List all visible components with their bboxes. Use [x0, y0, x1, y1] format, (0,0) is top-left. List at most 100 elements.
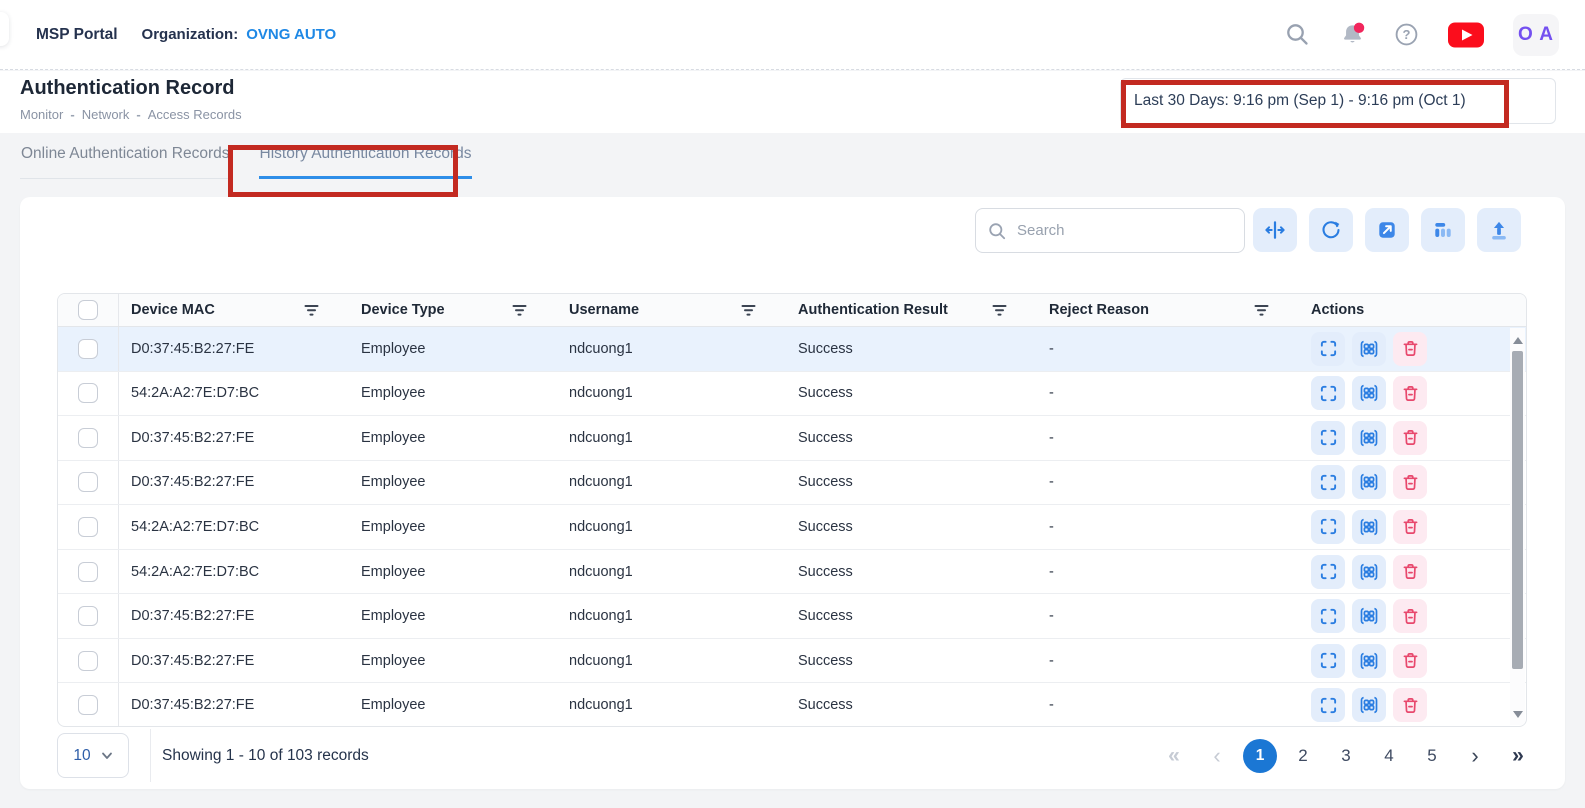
- page-number-button[interactable]: 5: [1415, 739, 1449, 773]
- filter-icon[interactable]: [992, 304, 1007, 317]
- first-page-button[interactable]: «: [1157, 739, 1191, 773]
- delete-record-button[interactable]: [1393, 465, 1427, 499]
- fit-columns-button[interactable]: [1253, 208, 1297, 252]
- search-icon[interactable]: [1284, 21, 1311, 48]
- delete-record-button[interactable]: [1393, 644, 1427, 678]
- scroll-down-arrow-icon[interactable]: [1513, 711, 1523, 718]
- row-checkbox[interactable]: [78, 606, 98, 626]
- expand-record-button[interactable]: [1311, 465, 1345, 499]
- table-row[interactable]: 54:2A:A2:7E:D7:BC Employee ndcuong1 Succ…: [58, 372, 1526, 417]
- view-records-button[interactable]: [1352, 688, 1386, 722]
- records-scan-icon: [1359, 695, 1379, 715]
- table-scrollbar[interactable]: [1510, 328, 1525, 725]
- page-number-button[interactable]: 3: [1329, 739, 1363, 773]
- page-number-button[interactable]: 4: [1372, 739, 1406, 773]
- cell-username: ndcuong1: [557, 474, 786, 490]
- filter-icon[interactable]: [741, 304, 756, 317]
- table-row[interactable]: 54:2A:A2:7E:D7:BC Employee ndcuong1 Succ…: [58, 550, 1526, 595]
- column-header[interactable]: Reject Reason: [1037, 302, 1299, 318]
- row-select-cell: [58, 372, 119, 416]
- row-checkbox[interactable]: [78, 383, 98, 403]
- page-number-button[interactable]: 2: [1286, 739, 1320, 773]
- search-input[interactable]: [1015, 221, 1232, 240]
- view-records-button[interactable]: [1352, 465, 1386, 499]
- expand-record-button[interactable]: [1311, 688, 1345, 722]
- expand-record-button[interactable]: [1311, 555, 1345, 589]
- row-checkbox[interactable]: [78, 517, 98, 537]
- scroll-up-arrow-icon[interactable]: [1513, 337, 1523, 344]
- column-header[interactable]: Authentication Result: [786, 302, 1037, 318]
- delete-record-button[interactable]: [1393, 376, 1427, 410]
- organization-name-link[interactable]: OVNG AUTO: [246, 26, 336, 43]
- expand-record-button[interactable]: [1311, 510, 1345, 544]
- youtube-icon[interactable]: [1447, 22, 1485, 48]
- table-row[interactable]: D0:37:45:B2:27:FE Employee ndcuong1 Succ…: [58, 416, 1526, 461]
- delete-record-button[interactable]: [1393, 688, 1427, 722]
- delete-record-button[interactable]: [1393, 599, 1427, 633]
- column-header[interactable]: Actions: [1299, 302, 1526, 318]
- sidebar-collapsed-handle[interactable]: [0, 12, 9, 46]
- table-row[interactable]: 54:2A:A2:7E:D7:BC Employee ndcuong1 Succ…: [58, 505, 1526, 550]
- delete-record-button[interactable]: [1393, 555, 1427, 589]
- row-checkbox[interactable]: [78, 695, 98, 715]
- table-search[interactable]: [975, 208, 1245, 253]
- table-row[interactable]: D0:37:45:B2:27:FE Employee ndcuong1 Succ…: [58, 327, 1526, 372]
- records-scan-icon: [1359, 606, 1379, 626]
- column-header[interactable]: Username: [557, 302, 786, 318]
- expand-record-button[interactable]: [1311, 421, 1345, 455]
- page-number-button[interactable]: 1: [1243, 739, 1277, 773]
- view-records-button[interactable]: [1352, 510, 1386, 544]
- delete-record-button[interactable]: [1393, 510, 1427, 544]
- filter-icon[interactable]: [512, 304, 527, 317]
- page-size-select[interactable]: 10: [57, 733, 129, 778]
- tab-online-authentication-records[interactable]: Online Authentication Records: [20, 145, 231, 179]
- view-records-button[interactable]: [1352, 421, 1386, 455]
- table-row[interactable]: D0:37:45:B2:27:FE Employee ndcuong1 Succ…: [58, 683, 1526, 727]
- row-select-cell: [58, 550, 119, 594]
- expand-icon: [1319, 473, 1338, 492]
- expand-record-button[interactable]: [1311, 644, 1345, 678]
- row-checkbox[interactable]: [78, 562, 98, 582]
- date-range-picker[interactable]: Last 30 Days: 9:16 pm (Sep 1) - 9:16 pm …: [1120, 78, 1556, 124]
- notification-bell-icon[interactable]: [1339, 21, 1366, 48]
- row-checkbox[interactable]: [78, 428, 98, 448]
- view-records-button[interactable]: [1352, 555, 1386, 589]
- open-export-button[interactable]: [1365, 208, 1409, 252]
- filter-icon[interactable]: [1254, 304, 1269, 317]
- table-row[interactable]: D0:37:45:B2:27:FE Employee ndcuong1 Succ…: [58, 461, 1526, 506]
- column-header[interactable]: Device Type: [349, 302, 557, 318]
- last-page-button[interactable]: »: [1501, 739, 1535, 773]
- view-records-button[interactable]: [1352, 376, 1386, 410]
- row-checkbox[interactable]: [78, 472, 98, 492]
- expand-record-button[interactable]: [1311, 376, 1345, 410]
- export-button[interactable]: [1477, 208, 1521, 252]
- row-checkbox[interactable]: [78, 651, 98, 671]
- select-all-checkbox[interactable]: [78, 300, 98, 320]
- view-records-button[interactable]: [1352, 599, 1386, 633]
- column-header[interactable]: Device MAC: [119, 302, 349, 318]
- prev-page-button[interactable]: ‹: [1200, 739, 1234, 773]
- avatar[interactable]: O A: [1513, 14, 1559, 56]
- breadcrumb-item[interactable]: Access Records: [148, 107, 242, 122]
- breadcrumb-item[interactable]: Network: [82, 107, 130, 122]
- columns-button[interactable]: [1421, 208, 1465, 252]
- help-icon[interactable]: ?: [1394, 22, 1419, 47]
- view-records-button[interactable]: [1352, 644, 1386, 678]
- delete-record-button[interactable]: [1393, 332, 1427, 366]
- row-checkbox[interactable]: [78, 339, 98, 359]
- next-page-button[interactable]: ›: [1458, 739, 1492, 773]
- expand-record-button[interactable]: [1311, 332, 1345, 366]
- refresh-button[interactable]: [1309, 208, 1353, 252]
- filter-icon[interactable]: [304, 304, 319, 317]
- table-row[interactable]: D0:37:45:B2:27:FE Employee ndcuong1 Succ…: [58, 594, 1526, 639]
- table-row[interactable]: D0:37:45:B2:27:FE Employee ndcuong1 Succ…: [58, 639, 1526, 684]
- page-header: Authentication Record Monitor - Network …: [0, 71, 1585, 133]
- view-records-button[interactable]: [1352, 332, 1386, 366]
- pager: « ‹ 12345 › »: [1157, 739, 1535, 773]
- delete-record-button[interactable]: [1393, 421, 1427, 455]
- expand-record-button[interactable]: [1311, 599, 1345, 633]
- delete-icon: [1401, 607, 1420, 626]
- breadcrumb-item[interactable]: Monitor: [20, 107, 63, 122]
- tab-history-authentication-records[interactable]: History Authentication Records: [259, 145, 473, 179]
- scrollbar-thumb[interactable]: [1512, 351, 1523, 669]
